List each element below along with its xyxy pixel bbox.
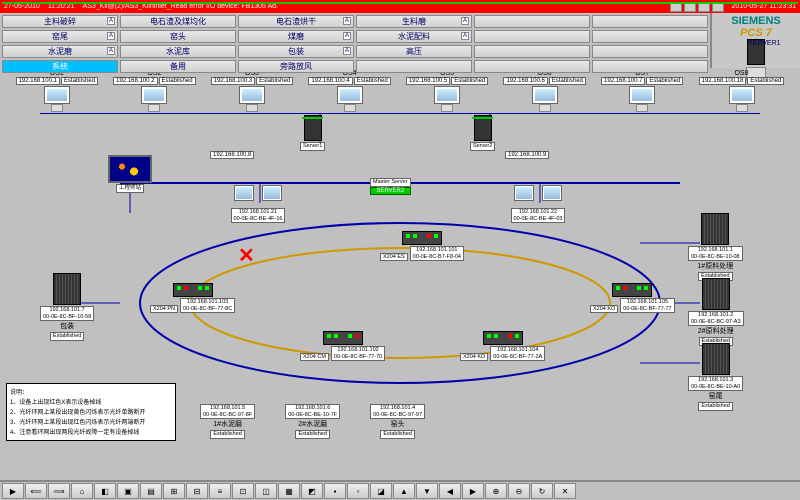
nav-button[interactable]: 包装A [238, 45, 354, 58]
nav-button[interactable] [474, 15, 590, 28]
btm-2: 192.168.101.600-0E-8C-BE-10-7F2#水泥磨Estab… [285, 403, 340, 439]
nav-button[interactable] [592, 15, 708, 28]
toolbar-button[interactable]: ▫ [347, 483, 369, 499]
nav-button[interactable]: 水泥磨A [2, 45, 118, 58]
nav-button[interactable] [474, 30, 590, 43]
toolbar-button[interactable]: ◫ [255, 483, 277, 499]
toolbar-button[interactable]: ≡ [209, 483, 231, 499]
os-station: OS4192.168.100.4Established [308, 70, 390, 111]
nav-button[interactable]: 窑头 [120, 30, 236, 43]
nav-button[interactable]: 窑尾A [2, 30, 118, 43]
switch-es: X204 ES 192.168.101.10100-0E-8C-B7-F8-04 [380, 231, 464, 261]
pc22: 192.168.101.2200-0E-8C-BE-4F-03 [510, 185, 566, 223]
ip-s1: 192.168.100.8 [210, 151, 254, 159]
btm-3: 192.168.101.400-0E-8C-BC-97-97窑头Establis… [370, 403, 425, 439]
toolbar-button[interactable]: ◪ [370, 483, 392, 499]
nav-button[interactable]: 电石渣及煤均化 [120, 15, 236, 28]
master-badge: SERVER2 [370, 187, 411, 195]
nav-button[interactable] [356, 60, 472, 73]
brand-panel: SIEMENS PCS 7 SERVER1 [710, 13, 800, 68]
switch-pn: X204 PN 192.168.101.10300-0E-8C-BF-77-8C [150, 283, 235, 313]
switch-ko-r: X204 KO 192.168.101.10500-0E-8C-BF-77-77 [590, 283, 675, 313]
pcs7-logo: PCS 7 [714, 27, 798, 39]
rack-1: 192.168.101.100-0E-8C-BE-10-08 1#原料处理Est… [688, 213, 743, 281]
nav-button[interactable]: 水泥配料A [356, 30, 472, 43]
nav-button[interactable]: 水泥库 [120, 45, 236, 58]
btm-1: 192.168.101.500-0E-8C-BC-97-8F1#水泥磨Estab… [200, 403, 255, 439]
nav-button[interactable]: 电石渣烘干A [238, 15, 354, 28]
bottom-nodes: 192.168.101.500-0E-8C-BC-97-8F1#水泥磨Estab… [200, 403, 425, 439]
pc21: 192.168.101.2100-0E-8C-BE-4F-16 [230, 185, 286, 223]
os-station: OS8192.168.100.18Established [699, 70, 785, 111]
network-diagram: Server1 Server2 工程师站 192.168.100.8 192.1… [0, 113, 800, 443]
nav-button[interactable] [474, 45, 590, 58]
fault-x-icon: ✕ [238, 243, 255, 268]
os-station: OS6192.168.100.6Established [503, 70, 585, 111]
nav-button[interactable]: 主料破碎A [2, 15, 118, 28]
os-station: OS2192.168.100.2Established [113, 70, 195, 111]
alarm-text: AS3_Kil@(2)/AS3_Kilninlet_Read error I/O… [83, 3, 662, 10]
toolbar-button[interactable]: ⟸ [25, 483, 47, 499]
rack-2: 192.168.101.200-0E-8C-BC-97-A3 2#原料处理Est… [688, 278, 744, 346]
rack-3: 192.168.101.300-0E-8C-BE-10-A0 窑尾Establi… [688, 343, 743, 411]
os-station: OS5192.168.100.5Established [406, 70, 488, 111]
nav-button[interactable] [592, 60, 708, 73]
nav-button[interactable]: 备用 [120, 60, 236, 73]
toolbar-button[interactable]: ⊞ [163, 483, 185, 499]
nav-button[interactable] [592, 30, 708, 43]
toolbar-button[interactable]: ▼ [416, 483, 438, 499]
os-station: OS3192.168.100.3Established [211, 70, 293, 111]
toolbar-button[interactable]: ⊕ [485, 483, 507, 499]
toolbar-button[interactable]: ▦ [278, 483, 300, 499]
toolbar-button[interactable]: ◧ [94, 483, 116, 499]
server1-node: Server1 [300, 115, 325, 151]
toolbar-button[interactable]: ▶ [462, 483, 484, 499]
ip-s2: 192.168.100.9 [505, 151, 549, 159]
toolbar-button[interactable]: ✕ [554, 483, 576, 499]
nav-button[interactable] [592, 45, 708, 58]
toolbar-button[interactable]: ▶ [2, 483, 24, 499]
time: 11:20:21 [48, 3, 75, 10]
rack-4: 192.168.101.700-0E-8C-BF-10-58 包装Establi… [40, 273, 94, 341]
nav-grid: 主料破碎A电石渣及煤均化电石渣烘干A生料磨A 窑尾A窑头煤磨A水泥配料A 水泥磨A水… [0, 13, 710, 68]
eng-monitor-icon [108, 155, 152, 183]
bottom-toolbar: ▶⟸⟹⌂◧▣▤⊞⊟≡⊡◫▦◩▪▫◪▲▼◀▶⊕⊖↻✕ [0, 480, 800, 500]
toolbar-button[interactable]: ⟹ [48, 483, 70, 499]
toolbar-button[interactable]: ◩ [301, 483, 323, 499]
nav-button[interactable]: 生料磨A [356, 15, 472, 28]
toolbar-button[interactable]: ◀ [439, 483, 461, 499]
server-label: SERVER1 [747, 39, 765, 65]
date: 27-05-2010 [4, 3, 40, 10]
legend-box: 说明： 1、设备上出现红色X表示设备掉线 2、光纤环网上某段出现黄色闪烁表示光纤… [6, 383, 176, 441]
nav-button[interactable]: 煤磨A [238, 30, 354, 43]
os-station: OS7192.168.100.7Established [601, 70, 683, 111]
engineer-station: 工程师站 [108, 155, 152, 193]
toolbar-button[interactable]: ↻ [531, 483, 553, 499]
switch-cm: X204 CM 192.168.101.10200-0E-8C-BF-77-70 [300, 331, 385, 361]
server1-label: Server1 [300, 142, 325, 151]
os-station: OS1192.168.100.1Established [16, 70, 98, 111]
toolbar-button[interactable]: ▤ [140, 483, 162, 499]
server2-label: Server2 [470, 142, 495, 151]
toolbar-button[interactable]: ⊡ [232, 483, 254, 499]
toolbar-button[interactable]: ⊟ [186, 483, 208, 499]
nav-button[interactable]: 系统 [2, 60, 118, 73]
timestamp: 2010-05-27 11:23:31 [732, 3, 796, 10]
server-icon [304, 115, 322, 141]
switch-ko: X204 KO 192.168.101.10400-0E-8C-BF-77-2A [460, 331, 545, 361]
nav-button[interactable]: 高压 [356, 45, 472, 58]
server2-node: Server2 [470, 115, 495, 151]
nav-button[interactable] [474, 60, 590, 73]
toolbar-button[interactable]: ▪ [324, 483, 346, 499]
eng-label: 工程师站 [116, 184, 144, 193]
toolbar-button[interactable]: ⊖ [508, 483, 530, 499]
server-icon [474, 115, 492, 141]
toolbar-button[interactable]: ▣ [117, 483, 139, 499]
os-row: OS1192.168.100.1Established OS2192.168.10… [0, 68, 800, 113]
siemens-logo: SIEMENS [714, 15, 798, 27]
master-server: Master Server SERVER2 [370, 177, 411, 195]
toolbar-button[interactable]: ▲ [393, 483, 415, 499]
nav-button[interactable]: 旁路放风 [238, 60, 354, 73]
toolbar-button[interactable]: ⌂ [71, 483, 93, 499]
